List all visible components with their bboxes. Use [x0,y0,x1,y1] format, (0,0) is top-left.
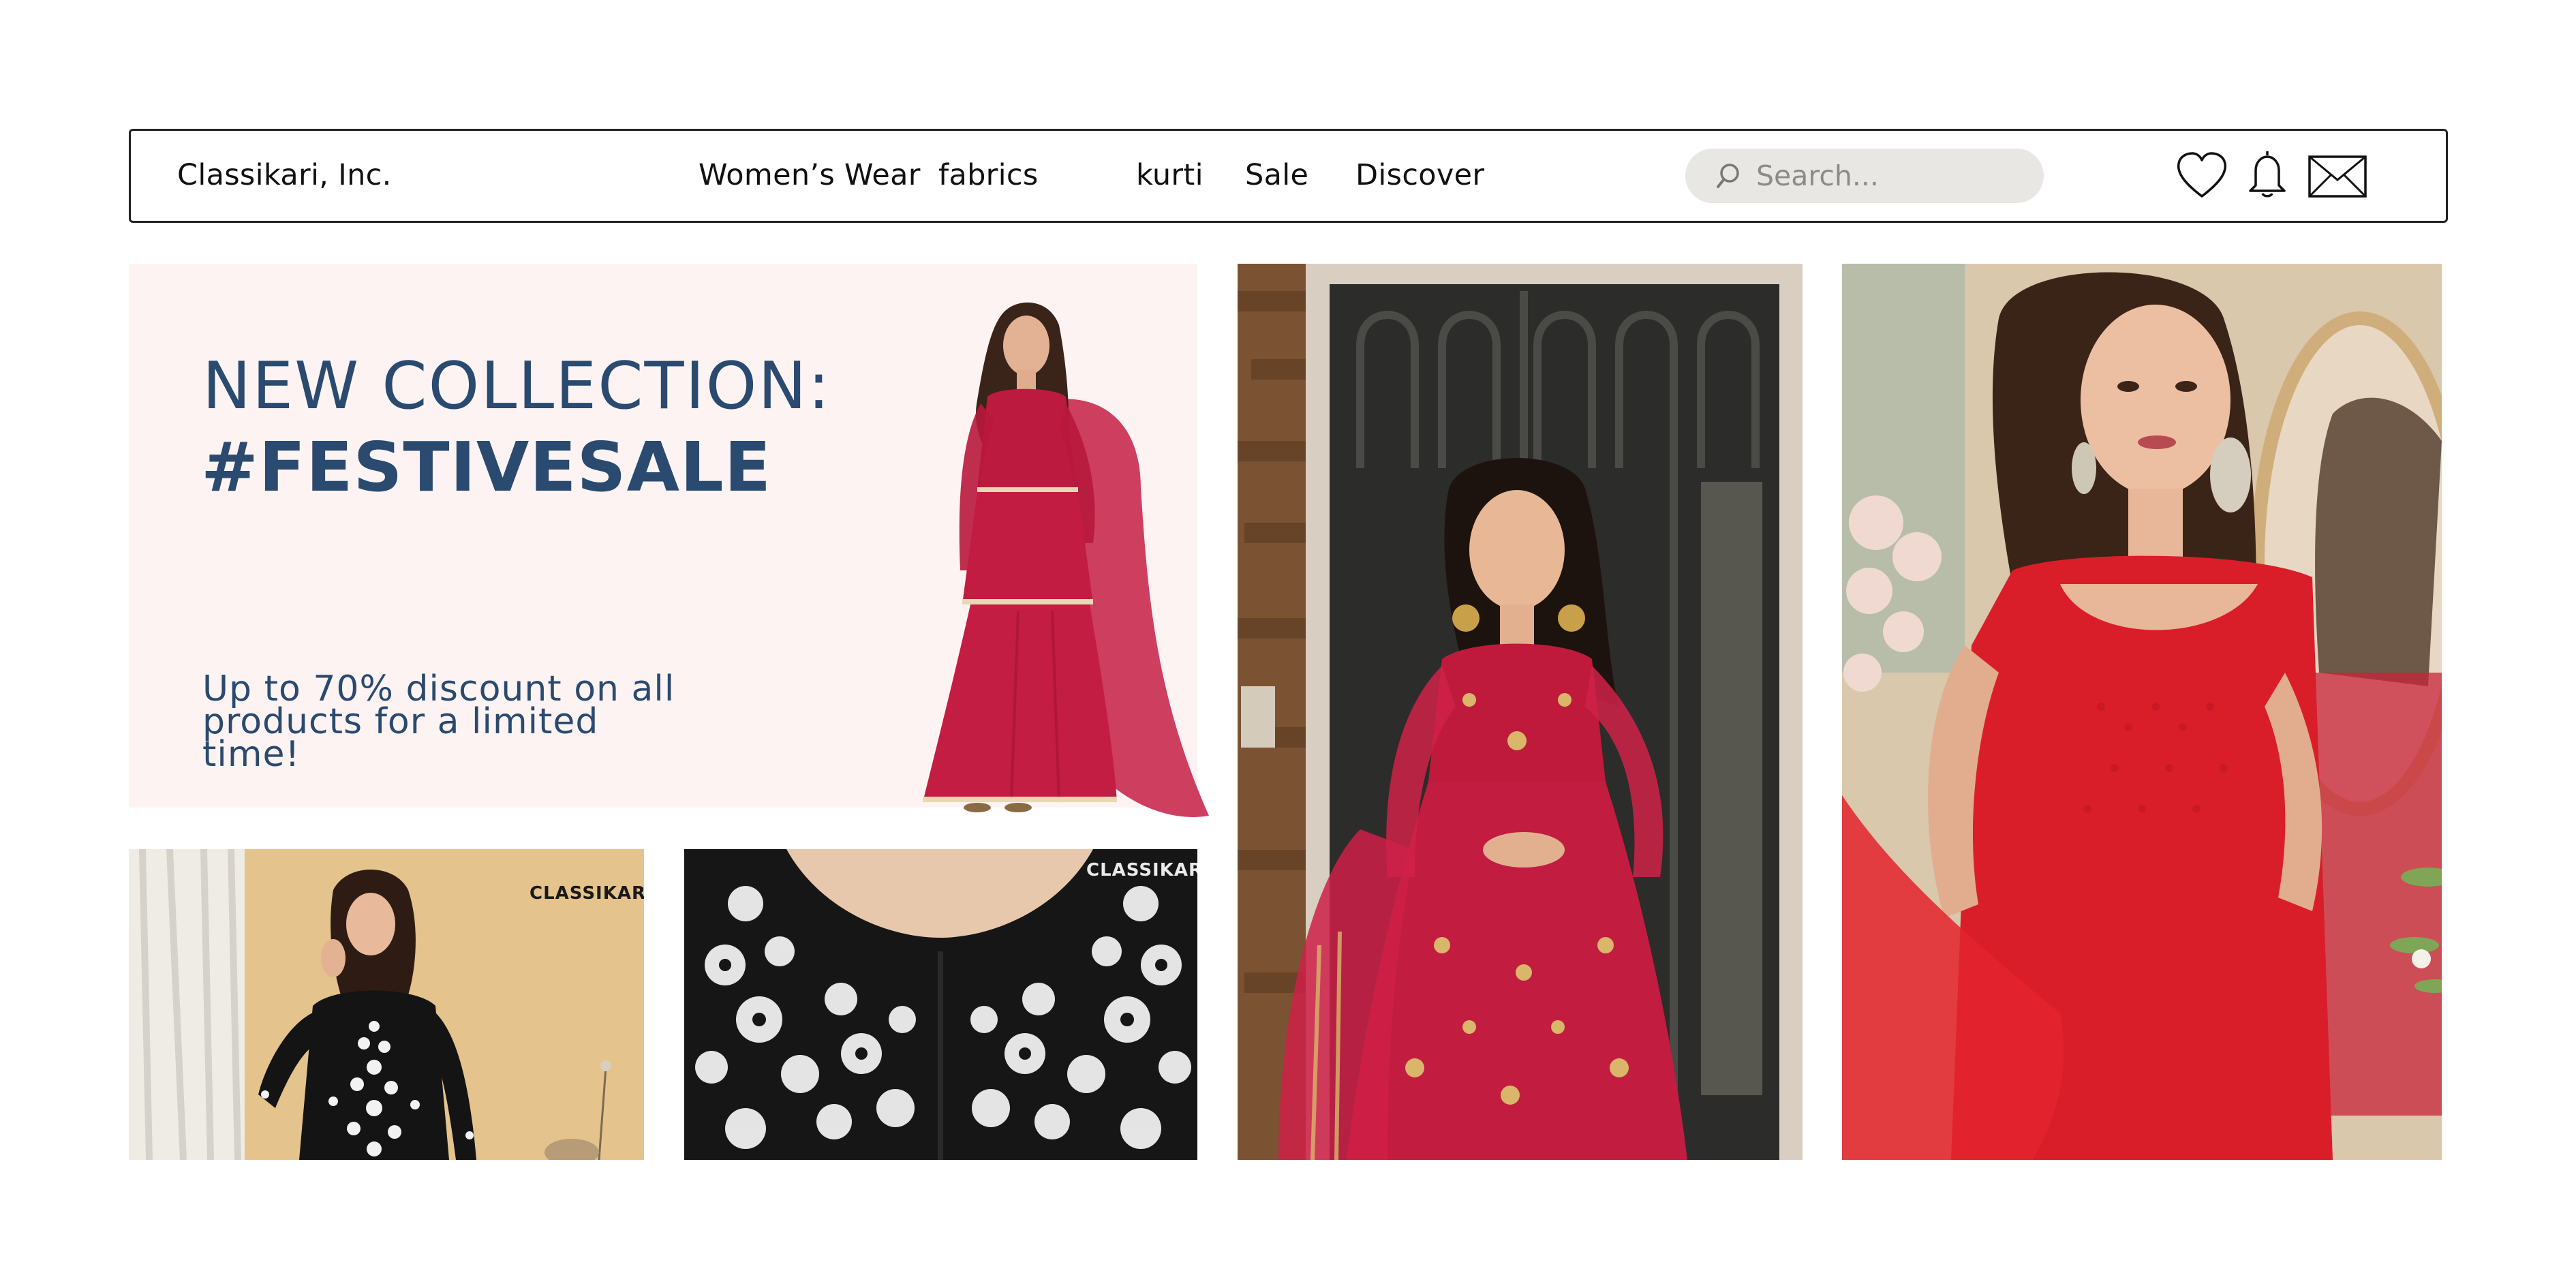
mail-icon[interactable] [2308,155,2367,198]
search-bar[interactable] [1685,149,2044,203]
nav-link-womens-wear[interactable]: Women’s Wear [699,158,921,192]
brand-logo[interactable]: Classikari, Inc. [177,158,392,192]
hero-subtitle: Up to 70% discount on all products for a… [202,669,675,775]
hero-banner[interactable]: NEW COLLECTION: #FESTIVESALE Up to 70% d… [129,264,1209,817]
search-input[interactable] [1756,149,2022,203]
nav-link-discover[interactable]: Discover [1355,158,1484,192]
brand-watermark: CLASSIKARI [530,883,644,904]
product-image-red-chikankari-dress[interactable] [1842,264,2442,1160]
nav-link-kurti[interactable]: kurti [1136,158,1203,192]
brand-watermark: CLASSIKARI [1086,860,1197,880]
nav-link-fabrics[interactable]: fabrics [938,158,1039,192]
hero-model-image [923,302,1209,817]
hero-hashtag: #FESTIVESALE [201,427,771,507]
nav-link-sale[interactable]: Sale [1245,158,1308,192]
product-image-embroidery-closeup[interactable]: CLASSIKARI [684,849,1197,1160]
search-icon [1717,164,1739,188]
top-navbar: Classikari, Inc. Women’s Wear fabrics ku… [129,129,2448,223]
product-image-red-anarkali[interactable] [1238,264,1803,1160]
bell-icon[interactable] [2245,149,2290,199]
product-image-black-kurti-model[interactable]: CLASSIKARI [129,849,644,1160]
hero-title: NEW COLLECTION: [202,349,831,424]
heart-icon[interactable] [2175,151,2228,200]
